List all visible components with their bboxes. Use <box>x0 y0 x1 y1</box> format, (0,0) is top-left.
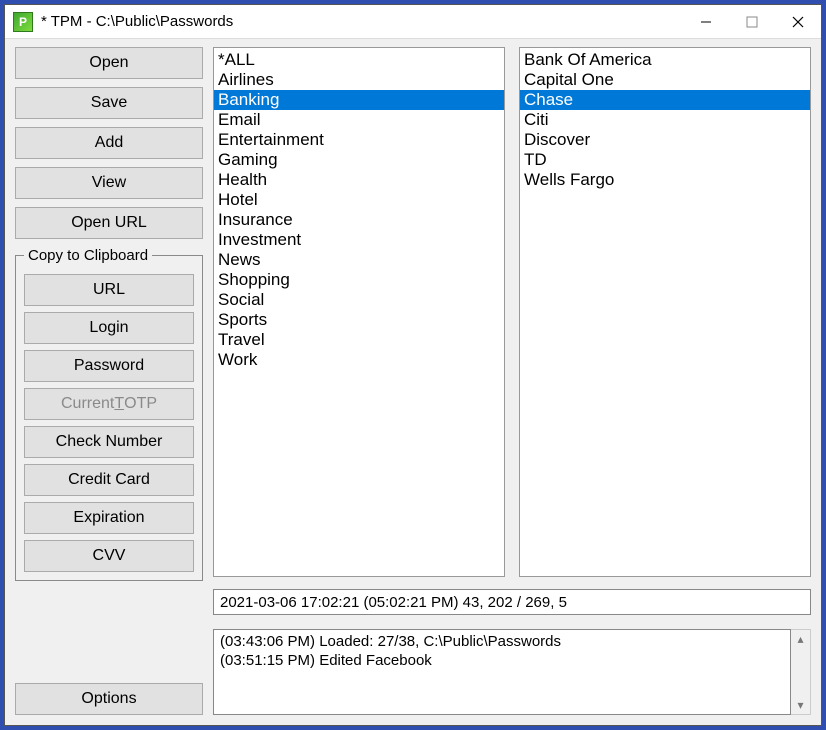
entry-item[interactable]: Bank Of America <box>520 50 810 70</box>
add-button[interactable]: Add <box>15 127 203 159</box>
category-item[interactable]: Hotel <box>214 190 504 210</box>
close-icon <box>792 16 804 28</box>
log-box: (03:43:06 PM) Loaded: 27/38, C:\Public\P… <box>213 629 791 715</box>
category-item[interactable]: Health <box>214 170 504 190</box>
category-item[interactable]: Sports <box>214 310 504 330</box>
open-button[interactable]: Open <box>15 47 203 79</box>
category-item[interactable]: Email <box>214 110 504 130</box>
category-item[interactable]: Social <box>214 290 504 310</box>
copy-cvv-button[interactable]: CVV <box>24 540 194 572</box>
category-item[interactable]: Gaming <box>214 150 504 170</box>
log-scrollbar[interactable]: ▴ ▾ <box>791 629 811 715</box>
entry-item[interactable]: Chase <box>520 90 810 110</box>
category-item[interactable]: Shopping <box>214 270 504 290</box>
window-controls <box>683 5 821 39</box>
category-item[interactable]: Work <box>214 350 504 370</box>
app-icon: P <box>13 12 33 32</box>
copy-login-button[interactable]: Login <box>24 312 194 344</box>
maximize-icon <box>746 16 758 28</box>
category-item[interactable]: Insurance <box>214 210 504 230</box>
app-window: P * TPM - C:\Public\Passwords Open Save … <box>4 4 822 726</box>
scroll-down-icon[interactable]: ▾ <box>797 696 803 714</box>
entry-item[interactable]: Capital One <box>520 70 810 90</box>
entry-item[interactable]: Discover <box>520 130 810 150</box>
category-item[interactable]: *ALL <box>214 50 504 70</box>
status-line: 2021-03-06 17:02:21 (05:02:21 PM) 43, 20… <box>213 589 811 615</box>
close-button[interactable] <box>775 5 821 39</box>
category-list[interactable]: *ALLAirlinesBankingEmailEntertainmentGam… <box>213 47 505 577</box>
entry-list[interactable]: Bank Of AmericaCapital OneChaseCitiDisco… <box>519 47 811 577</box>
copy-to-clipboard-legend: Copy to Clipboard <box>24 247 152 264</box>
category-item[interactable]: Entertainment <box>214 130 504 150</box>
log-line: (03:43:06 PM) Loaded: 27/38, C:\Public\P… <box>220 632 784 651</box>
copy-totp-button[interactable]: Current TOTP <box>24 388 194 420</box>
log-line: (03:51:15 PM) Edited Facebook <box>220 651 784 670</box>
copy-password-button[interactable]: Password <box>24 350 194 382</box>
minimize-button[interactable] <box>683 5 729 39</box>
copy-url-button[interactable]: URL <box>24 274 194 306</box>
open-url-button[interactable]: Open URL <box>15 207 203 239</box>
category-item[interactable]: Banking <box>214 90 504 110</box>
copy-to-clipboard-group: Copy to Clipboard URL Login Password Cur… <box>15 247 203 581</box>
view-button[interactable]: View <box>15 167 203 199</box>
minimize-icon <box>700 16 712 28</box>
client-area: Open Save Add View Open URL Copy to Clip… <box>5 39 821 725</box>
scroll-up-icon[interactable]: ▴ <box>797 630 803 648</box>
copy-credit-card-button[interactable]: Credit Card <box>24 464 194 496</box>
window-title: * TPM - C:\Public\Passwords <box>41 13 233 30</box>
entry-item[interactable]: Wells Fargo <box>520 170 810 190</box>
entry-item[interactable]: TD <box>520 150 810 170</box>
category-item[interactable]: News <box>214 250 504 270</box>
maximize-button[interactable] <box>729 5 775 39</box>
lists-row: *ALLAirlinesBankingEmailEntertainmentGam… <box>213 47 811 577</box>
category-item[interactable]: Airlines <box>214 70 504 90</box>
save-button[interactable]: Save <box>15 87 203 119</box>
title-bar: P * TPM - C:\Public\Passwords <box>5 5 821 39</box>
category-item[interactable]: Investment <box>214 230 504 250</box>
copy-check-number-button[interactable]: Check Number <box>24 426 194 458</box>
sidebar: Open Save Add View Open URL Copy to Clip… <box>15 47 203 715</box>
options-button[interactable]: Options <box>15 683 203 715</box>
main-area: *ALLAirlinesBankingEmailEntertainmentGam… <box>213 47 811 715</box>
log-row: (03:43:06 PM) Loaded: 27/38, C:\Public\P… <box>213 629 811 715</box>
category-item[interactable]: Travel <box>214 330 504 350</box>
copy-expiration-button[interactable]: Expiration <box>24 502 194 534</box>
entry-item[interactable]: Citi <box>520 110 810 130</box>
